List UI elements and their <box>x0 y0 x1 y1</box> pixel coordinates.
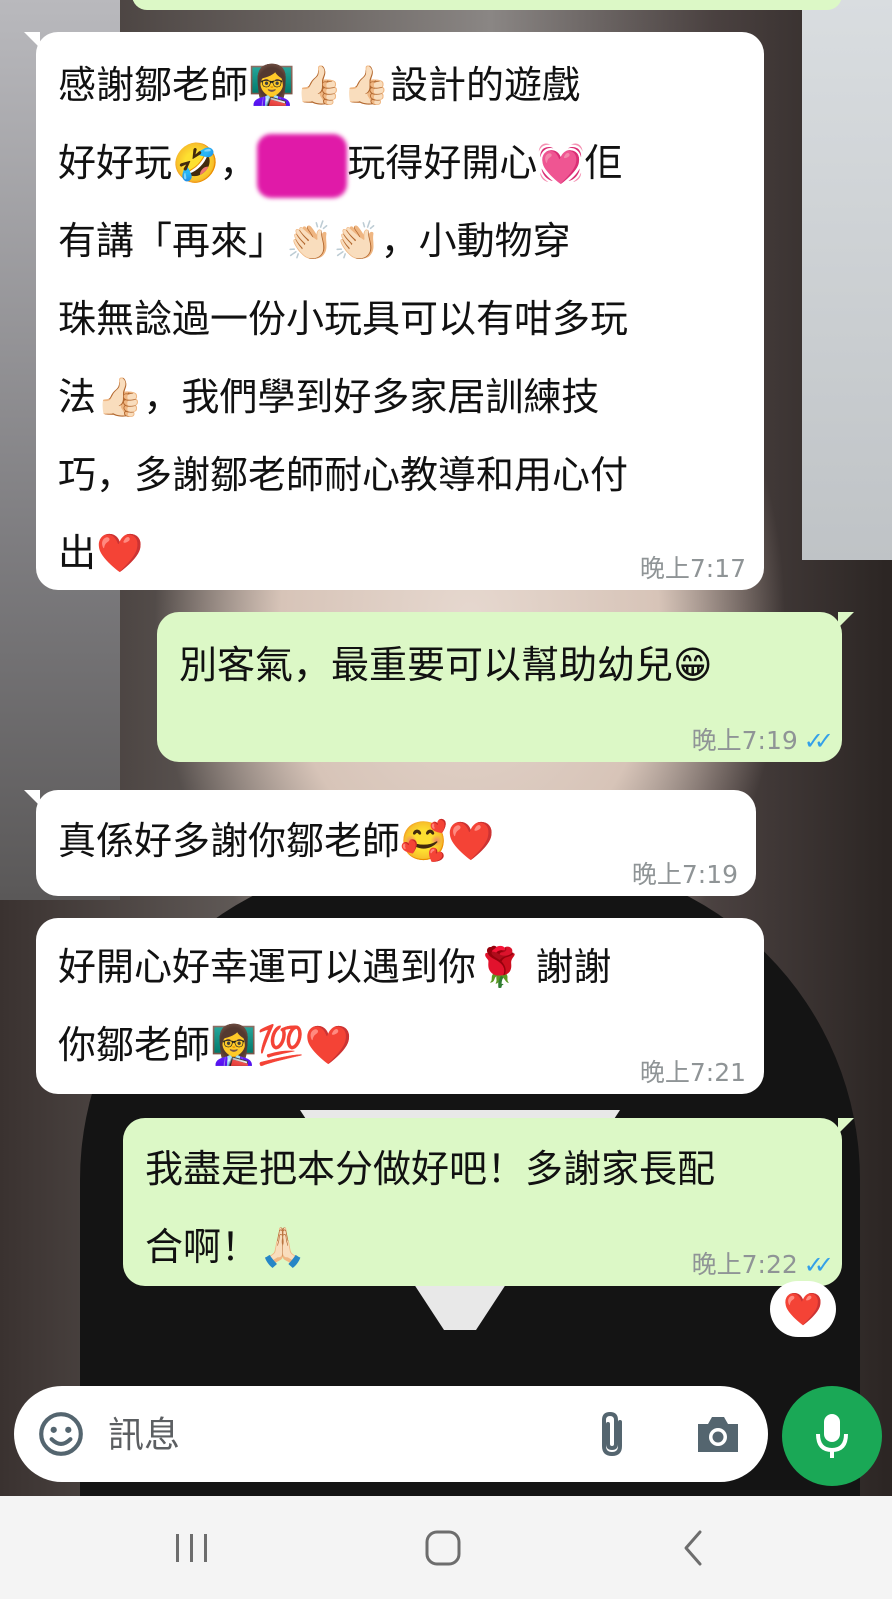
home-icon[interactable] <box>422 1528 466 1568</box>
message-input[interactable] <box>106 1408 580 1462</box>
message-time: 晚上7:19 ✓✓ <box>691 726 834 755</box>
message-line: 巧，多謝鄒老師耐心教導和用心付 <box>58 453 629 497</box>
message-bubble-incoming[interactable]: 真係好多謝你鄒老師🥰❤️ 晚上7:19 <box>24 790 756 896</box>
camera-icon[interactable] <box>694 1412 742 1456</box>
paperclip-icon[interactable] <box>592 1408 632 1460</box>
voice-message-button[interactable] <box>782 1386 882 1486</box>
message-bubble-outgoing[interactable]: 我盡是把本分做好吧！多謝家長配 合啊！🙏🏻 晚上7:22 ✓✓ <box>123 1118 854 1286</box>
redaction-mark <box>257 133 348 198</box>
system-navigation-bar <box>0 1496 892 1599</box>
message-time: 晚上7:21 <box>639 1058 746 1087</box>
message-composer <box>14 1386 768 1482</box>
message-bubble-outgoing[interactable]: 別客氣，最重要可以幫助幼兒😁 晚上7:19 ✓✓ <box>157 612 854 762</box>
message-bubble-incoming[interactable]: 感謝鄒老師👩‍🏫👍🏻👍🏻設計的遊戲 好好玩🤣， 玩得好開心💓佢 有講「再來」👏🏻👏… <box>24 32 764 590</box>
previous-message-bubble[interactable] <box>132 0 842 10</box>
message-bubble-incoming[interactable]: 好開心好幸運可以遇到你🌹 謝謝 你鄒老師👩‍🏫💯❤️ 晚上7:21 <box>36 918 764 1094</box>
recent-apps-icon[interactable] <box>172 1528 212 1568</box>
message-line: 我盡是把本分做好吧！多謝家長配 <box>145 1147 716 1191</box>
message-line: 感謝鄒老師👩‍🏫👍🏻👍🏻設計的遊戲 <box>58 63 580 107</box>
message-line: 珠無諗過一份小玩具可以有咁多玩 <box>58 297 629 341</box>
read-receipt-icon: ✓✓ <box>803 727 834 755</box>
message-line: 好好玩🤣， 玩得好開心💓佢 <box>36 124 764 202</box>
read-receipt-icon: ✓✓ <box>803 1251 834 1279</box>
message-time: 晚上7:22 ✓✓ <box>691 1250 834 1279</box>
message-line: 法👍🏻，我們學到好多家居訓練技 <box>58 375 600 419</box>
microphone-icon <box>816 1414 848 1458</box>
emoji-icon[interactable] <box>36 1409 86 1459</box>
message-time: 晚上7:17 <box>639 554 746 583</box>
message-time: 晚上7:19 <box>631 860 738 889</box>
message-line: 別客氣，最重要可以幫助幼兒😁 <box>179 643 713 687</box>
heart-reaction-badge[interactable]: ❤️ <box>770 1281 836 1337</box>
message-line: 有講「再來」👏🏻👏🏻，小動物穿 <box>58 219 571 263</box>
message-line: 好開心好幸運可以遇到你🌹 謝謝 <box>58 945 612 989</box>
back-icon[interactable] <box>680 1528 710 1568</box>
